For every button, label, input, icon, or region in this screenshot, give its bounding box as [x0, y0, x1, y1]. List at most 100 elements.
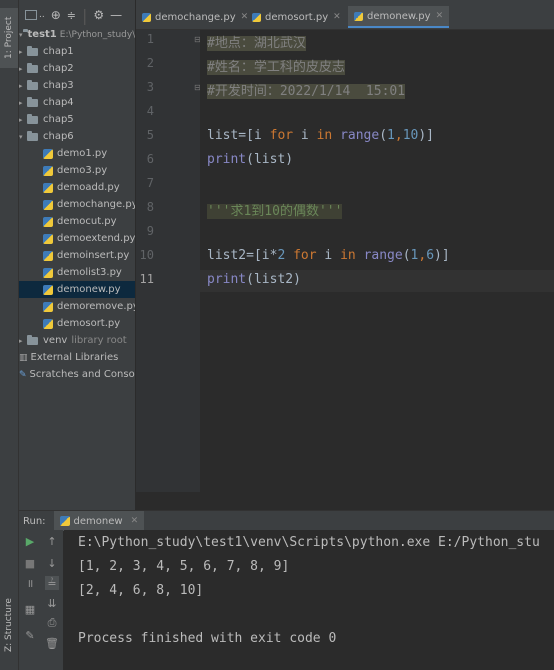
file-demo3[interactable]: demo3.py: [19, 162, 135, 179]
tree-label: chap6: [43, 131, 74, 142]
code-text: (: [379, 128, 388, 143]
code-text: i: [293, 128, 317, 143]
editor-tabs: demochange.py ✕ demosort.py ✕ demonew.py…: [136, 0, 554, 30]
folder-chap1[interactable]: ▸ chap1: [19, 43, 135, 60]
number: 10: [402, 128, 419, 143]
structure-tool-tab-label: Z: Structure: [4, 598, 14, 652]
close-icon[interactable]: ✕: [333, 12, 341, 22]
file-demosort[interactable]: demosort.py: [19, 315, 135, 332]
scroll-end-icon[interactable]: ⇊: [45, 596, 59, 610]
line-number-current: 11: [139, 272, 154, 286]
file-demoinsert[interactable]: demoinsert.py: [19, 247, 135, 264]
run-console[interactable]: E:\Python_study\test1\venv\Scripts\pytho…: [64, 530, 554, 670]
line-number: 3: [146, 80, 154, 94]
python-file-icon: [43, 301, 53, 312]
code-line-6: print(list): [207, 152, 293, 167]
python-file-icon: [59, 516, 70, 526]
gear-icon[interactable]: ⚙: [93, 8, 104, 22]
stop-icon[interactable]: ■: [23, 556, 37, 570]
comment: #地点：湖北武汉: [207, 36, 306, 51]
scratches-and-consoles[interactable]: ✎Scratches and Consoles: [19, 366, 135, 383]
builtin: range: [363, 248, 403, 263]
collapse-icon[interactable]: ≑: [67, 9, 76, 22]
tab-demosort[interactable]: demosort.py ✕: [252, 6, 341, 28]
python-file-icon: [43, 250, 53, 261]
tree-label: demoinsert.py: [57, 250, 130, 261]
folder-venv[interactable]: ▸ venv library root: [19, 332, 135, 349]
close-icon[interactable]: ✕: [131, 516, 139, 526]
chevron-right-icon[interactable]: ▸: [19, 99, 27, 107]
code-text: ,: [394, 128, 403, 143]
rerun-icon[interactable]: ▶: [23, 534, 37, 548]
folder-chap4[interactable]: ▸ chap4: [19, 94, 135, 111]
down-arrow-icon[interactable]: ↓: [45, 556, 59, 570]
close-icon[interactable]: ✕: [436, 11, 444, 21]
folder-chap2[interactable]: ▸ chap2: [19, 60, 135, 77]
chevron-right-icon[interactable]: ▸: [19, 116, 27, 124]
chevron-down-icon[interactable]: ▾: [19, 31, 23, 39]
tree-note: library root: [71, 335, 127, 346]
project-panel: .. ⊕ ≑ | ⚙ — ▾ test1 E:\Python_study\t ▸…: [19, 0, 135, 510]
console-line: [1, 2, 3, 4, 5, 6, 7, 8, 9]: [78, 559, 290, 574]
folder-icon: [27, 45, 38, 56]
project-tool-tab[interactable]: 1: Project: [0, 8, 18, 68]
file-demochange[interactable]: demochange.py: [19, 196, 135, 213]
comment: #姓名：学工科的皮皮志: [207, 60, 345, 75]
code-text: list2=[i*: [207, 248, 278, 263]
line-number: 6: [146, 152, 154, 166]
chevron-down-icon[interactable]: ▾: [19, 133, 27, 141]
print-icon[interactable]: ⎙: [45, 616, 59, 630]
external-libraries[interactable]: ▥ External Libraries: [19, 349, 135, 366]
python-file-icon: [43, 284, 53, 295]
hide-icon[interactable]: —: [110, 8, 122, 22]
close-icon[interactable]: ✕: [241, 12, 249, 22]
folder-chap3[interactable]: ▸ chap3: [19, 77, 135, 94]
tree-label: demoextend.py: [57, 233, 135, 244]
folder-icon: [27, 334, 38, 345]
line-number: 10: [139, 248, 154, 262]
code-text: )]: [418, 128, 435, 143]
file-demonew[interactable]: demonew.py: [19, 281, 135, 298]
soft-wrap-icon[interactable]: ≟: [45, 576, 59, 590]
builtin: print: [207, 272, 247, 287]
tab-label: demonew.py: [367, 10, 431, 22]
console-line: E:\Python_study\test1\venv\Scripts\pytho…: [78, 535, 540, 550]
pin-icon[interactable]: ✎: [23, 628, 37, 642]
code-line-1: #地点：湖北武汉: [207, 32, 306, 51]
file-demo1[interactable]: demo1.py: [19, 145, 135, 162]
layout-icon[interactable]: ▦: [23, 602, 37, 616]
chevron-right-icon[interactable]: ▸: [19, 82, 27, 90]
project-view-icon[interactable]: [25, 10, 37, 20]
folder-icon: [27, 130, 38, 141]
locate-icon[interactable]: ⊕: [51, 8, 61, 22]
pause-icon[interactable]: ॥: [23, 576, 37, 590]
up-arrow-icon[interactable]: ↑: [45, 534, 59, 548]
code-editor[interactable]: #地点：湖北武汉 #姓名：学工科的皮皮志 #开发时间：2022/1/14 15:…: [200, 30, 554, 492]
line-number: 9: [146, 224, 154, 238]
chevron-right-icon[interactable]: ▸: [19, 48, 27, 56]
chevron-right-icon[interactable]: ▸: [19, 337, 27, 345]
folder-chap5[interactable]: ▸ chap5: [19, 111, 135, 128]
chevron-right-icon[interactable]: ▸: [19, 65, 27, 73]
run-tab[interactable]: demonew ✕: [53, 511, 145, 531]
line-number: 8: [146, 200, 154, 214]
file-demoadd[interactable]: demoadd.py: [19, 179, 135, 196]
project-view-label[interactable]: ..: [39, 10, 45, 20]
tab-demochange[interactable]: demochange.py ✕: [142, 6, 248, 28]
scratches-icon: ✎: [19, 369, 27, 380]
tree-label: demoremove.py: [57, 301, 135, 312]
keyword: for: [269, 128, 294, 143]
tree-root[interactable]: ▾ test1 E:\Python_study\t: [19, 26, 135, 43]
left-tool-strip: 1: Project Z: Structure: [0, 0, 19, 670]
file-democut[interactable]: democut.py: [19, 213, 135, 230]
folder-chap6[interactable]: ▾ chap6: [19, 128, 135, 145]
comment: #开发时间：2022/1/14 15:01: [207, 84, 406, 99]
docstring: '''求1到10的偶数''': [207, 204, 343, 219]
file-demoremove[interactable]: demoremove.py: [19, 298, 135, 315]
file-demoextend[interactable]: demoextend.py: [19, 230, 135, 247]
structure-tool-tab[interactable]: Z: Structure: [0, 590, 18, 660]
trash-icon[interactable]: 🗑: [45, 636, 59, 650]
tree-label: Scratches and Consoles: [29, 369, 135, 380]
tab-demonew[interactable]: demonew.py ✕: [348, 6, 450, 28]
file-demolist3[interactable]: demolist3.py: [19, 264, 135, 281]
